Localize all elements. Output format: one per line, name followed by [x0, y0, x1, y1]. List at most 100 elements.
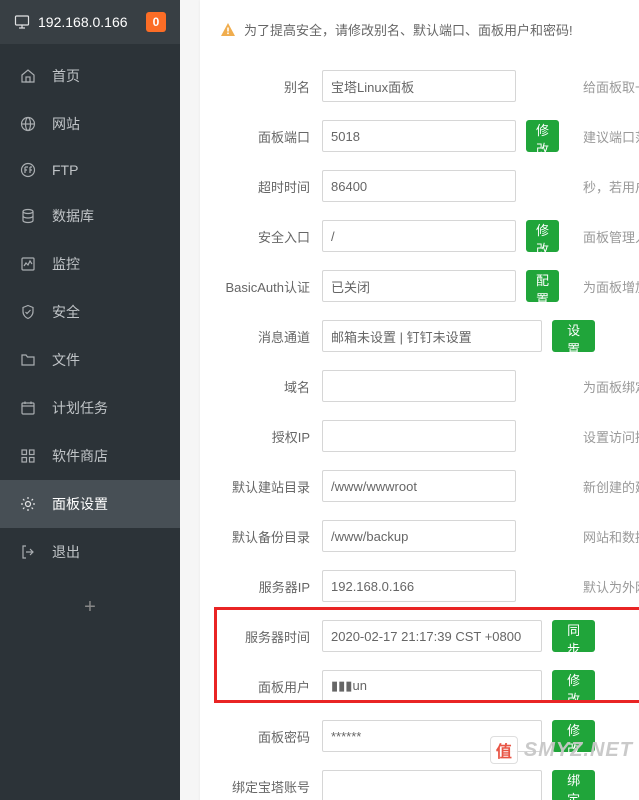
- row-action-button[interactable]: 修改: [526, 220, 559, 252]
- row-label: 安全入口: [220, 227, 310, 246]
- shield-icon: [20, 304, 36, 320]
- form-row: 面板端口 修改 建议端口范: [200, 111, 639, 161]
- sidebar-item-label: 退出: [52, 542, 80, 562]
- monitor-icon: [20, 256, 36, 272]
- sidebar-item-label: 网站: [52, 114, 80, 134]
- row-label: 默认建站目录: [220, 477, 310, 496]
- row-label: BasicAuth认证: [220, 277, 310, 296]
- sidebar-item-shield[interactable]: 安全: [0, 288, 180, 336]
- row-hint: 给面板取一: [583, 77, 639, 96]
- form-row: 绑定宝塔账号绑定: [200, 761, 639, 800]
- sidebar-item-grid[interactable]: 软件商店: [0, 432, 180, 480]
- desktop-icon: [14, 14, 30, 30]
- row-input[interactable]: [322, 570, 516, 602]
- row-input[interactable]: [322, 670, 542, 702]
- sidebar-add-button[interactable]: +: [0, 584, 180, 631]
- watermark-logo: 值: [490, 736, 518, 764]
- sidebar-item-database[interactable]: 数据库: [0, 192, 180, 240]
- row-action-button[interactable]: 同步: [552, 620, 595, 652]
- sidebar-item-label: 数据库: [52, 206, 94, 226]
- sidebar-item-ftp[interactable]: FTP: [0, 148, 180, 192]
- sidebar-header: 192.168.0.166 0: [0, 0, 180, 44]
- row-action-button[interactable]: 修改: [526, 120, 559, 152]
- row-input[interactable]: [322, 220, 516, 252]
- row-label: 授权IP: [220, 427, 310, 446]
- sidebar-item-home[interactable]: 首页: [0, 52, 180, 100]
- sidebar-item-calendar[interactable]: 计划任务: [0, 384, 180, 432]
- row-hint: 面板管理入: [583, 227, 639, 246]
- row-label: 面板用户: [220, 677, 310, 696]
- row-hint: 设置访问授: [583, 427, 639, 446]
- row-label: 面板端口: [220, 127, 310, 146]
- sidebar-item-label: 文件: [52, 350, 80, 370]
- ftp-icon: [20, 162, 36, 178]
- row-label: 服务器时间: [220, 627, 310, 646]
- row-hint: 默认为外网: [583, 577, 639, 596]
- row-label: 别名: [220, 77, 310, 96]
- form-row: 域名占为面板绑定: [200, 361, 639, 411]
- row-input[interactable]: [322, 70, 516, 102]
- sidebar-item-gear[interactable]: 面板设置: [0, 480, 180, 528]
- watermark: 值 SMYZ.NET: [490, 736, 633, 764]
- folder-icon: [20, 352, 36, 368]
- calendar-icon: [20, 400, 36, 416]
- row-hint: 为面板增加: [583, 277, 639, 296]
- sidebar: 192.168.0.166 0 首页网站 FTP 数据库监控安全文件计划任务软件商店…: [0, 0, 180, 800]
- sidebar-item-label: 监控: [52, 254, 80, 274]
- row-input[interactable]: [322, 370, 516, 402]
- row-input[interactable]: [322, 620, 542, 652]
- sidebar-item-label: FTP: [52, 162, 78, 178]
- row-input[interactable]: [322, 420, 516, 452]
- exit-icon: [20, 544, 36, 560]
- row-hint: 建议端口范: [583, 127, 639, 146]
- form-row: 超时时间占秒，若用户: [200, 161, 639, 211]
- row-hint: 网站和数据: [583, 527, 639, 546]
- form-row: 默认建站目录占新创建的建: [200, 461, 639, 511]
- row-label: 消息通道: [220, 327, 310, 346]
- security-alert: 为了提高安全，请修改别名、默认端口、面板用户和密码!: [200, 12, 639, 47]
- form-row: 安全入口 修改 面板管理入: [200, 211, 639, 261]
- form-row: 服务器时间 同步: [200, 611, 639, 661]
- settings-card: 为了提高安全，请修改别名、默认端口、面板用户和密码! 别名占给面板取一面板端口修…: [200, 0, 639, 800]
- alert-text: 为了提高安全，请修改别名、默认端口、面板用户和密码!: [244, 20, 573, 39]
- globe-icon: [20, 116, 36, 132]
- form-row: 消息通道 设置: [200, 311, 639, 361]
- settings-form: 别名占给面板取一面板端口修改建议端口范超时时间占秒，若用户安全入口修改面板管理入…: [200, 47, 639, 800]
- sidebar-item-exit[interactable]: 退出: [0, 528, 180, 576]
- gear-icon: [20, 496, 36, 512]
- row-action-button[interactable]: 设置: [552, 320, 595, 352]
- ip-text: 192.168.0.166: [38, 14, 128, 30]
- form-row: 默认备份目录占网站和数据: [200, 511, 639, 561]
- sidebar-item-label: 面板设置: [52, 494, 108, 514]
- warning-icon: [220, 22, 236, 38]
- notification-badge[interactable]: 0: [146, 12, 166, 32]
- database-icon: [20, 208, 36, 224]
- row-label: 超时时间: [220, 177, 310, 196]
- sidebar-item-folder[interactable]: 文件: [0, 336, 180, 384]
- row-input[interactable]: [322, 770, 542, 800]
- row-input[interactable]: [322, 320, 542, 352]
- home-icon: [20, 68, 36, 84]
- sidebar-item-monitor[interactable]: 监控: [0, 240, 180, 288]
- form-row: 授权IP占设置访问授: [200, 411, 639, 461]
- row-label: 域名: [220, 377, 310, 396]
- sidebar-item-globe[interactable]: 网站: [0, 100, 180, 148]
- row-action-button[interactable]: 修改: [552, 670, 595, 702]
- row-input[interactable]: [322, 120, 516, 152]
- row-input[interactable]: [322, 520, 516, 552]
- row-hint: 新创建的建: [583, 477, 639, 496]
- watermark-text: SMYZ.NET: [524, 739, 633, 762]
- row-action-button[interactable]: 配置: [526, 270, 559, 302]
- sidebar-item-label: 软件商店: [52, 446, 108, 466]
- form-row: BasicAuth认证 配置 为面板增加: [200, 261, 639, 311]
- row-input[interactable]: [322, 170, 516, 202]
- main-content: 为了提高安全，请修改别名、默认端口、面板用户和密码! 别名占给面板取一面板端口修…: [180, 0, 639, 800]
- row-input[interactable]: [322, 470, 516, 502]
- sidebar-nav: 首页网站 FTP 数据库监控安全文件计划任务软件商店面板设置退出: [0, 44, 180, 584]
- row-hint: 秒，若用户: [583, 177, 639, 196]
- row-label: 服务器IP: [220, 577, 310, 596]
- row-action-button[interactable]: 绑定: [552, 770, 595, 800]
- row-hint: 为面板绑定: [583, 377, 639, 396]
- row-input[interactable]: [322, 270, 516, 302]
- sidebar-item-label: 计划任务: [52, 398, 108, 418]
